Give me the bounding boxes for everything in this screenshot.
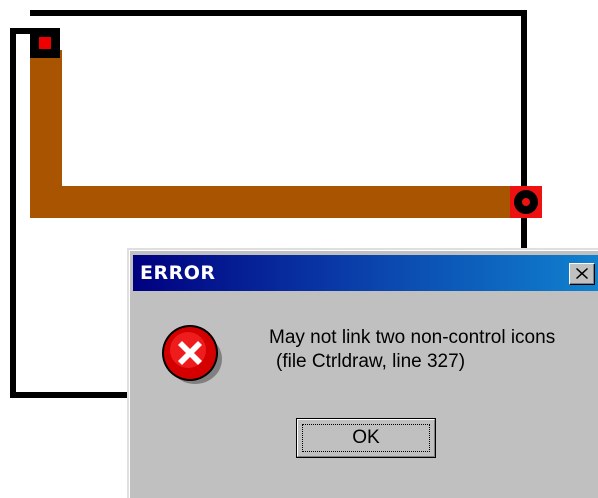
target-port-icon[interactable] [510,186,542,218]
error-message: May not link two non-control icons (file… [269,326,555,374]
error-dialog: ERROR May not link two non-control icons… [127,248,598,498]
close-icon [576,268,588,279]
source-node-icon[interactable] [30,28,60,58]
wire-right[interactable] [521,10,527,260]
ok-button-label: OK [352,427,380,448]
ok-button[interactable]: OK [296,418,436,458]
wire-left-stub[interactable] [10,28,32,34]
wire-top[interactable] [30,10,527,16]
link-pipe-horizontal[interactable] [30,186,522,218]
error-message-line-1: May not link two non-control icons [269,327,556,348]
wire-left[interactable] [10,28,16,398]
wire-bottom[interactable] [10,392,130,398]
error-icon [162,325,222,384]
error-message-line-2: (file Ctrldraw, line 327) [276,351,466,372]
dialog-titlebar[interactable]: ERROR [133,255,598,291]
dialog-title: ERROR [140,262,216,284]
close-button[interactable] [569,263,595,285]
